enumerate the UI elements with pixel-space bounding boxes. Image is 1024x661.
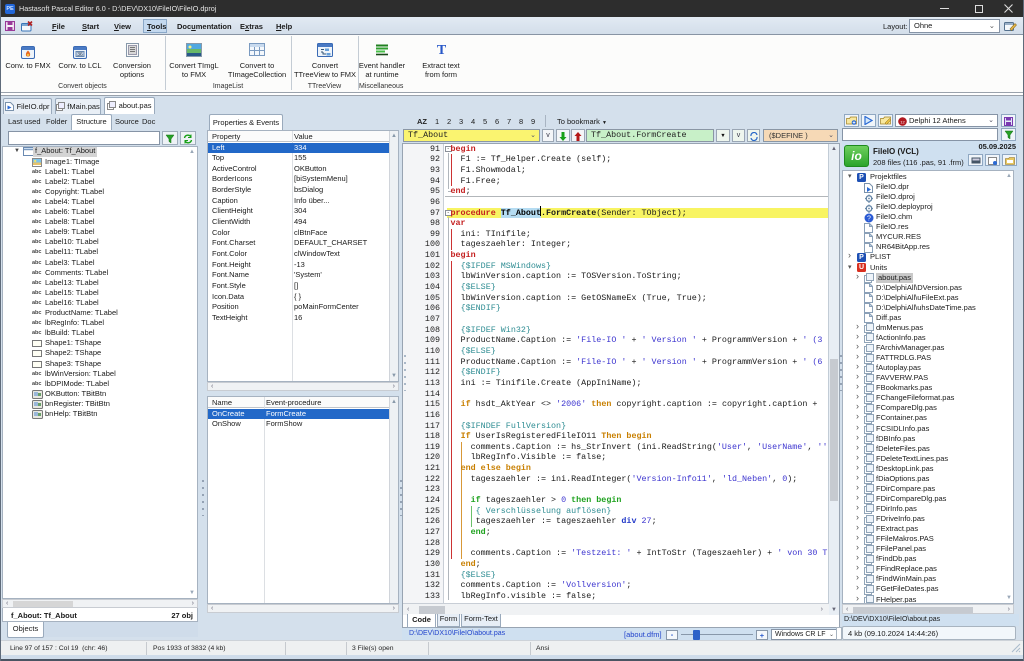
svg-text:12: 12 [900,119,905,124]
svg-text:T: T [436,43,446,57]
svg-text:36: 36 [77,52,83,58]
svg-text:?: ? [867,215,871,222]
